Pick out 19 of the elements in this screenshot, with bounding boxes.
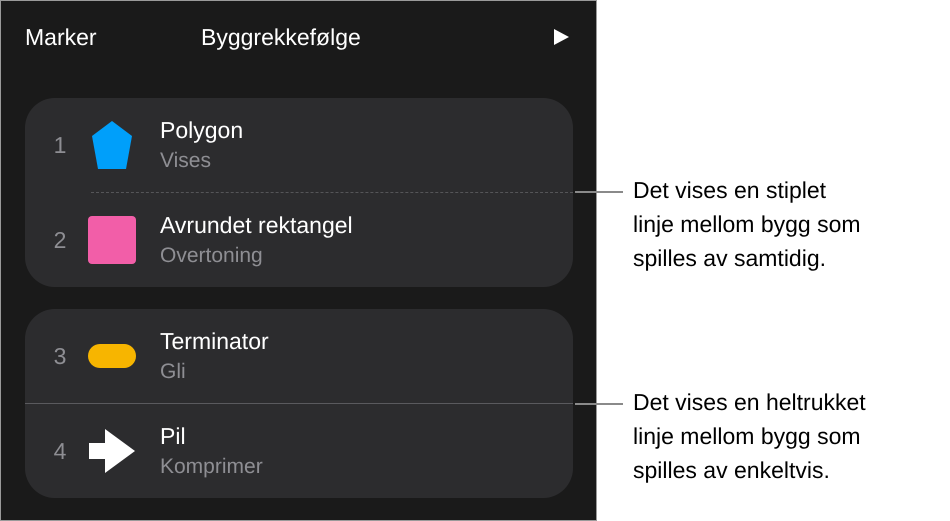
build-effect: Komprimer xyxy=(160,455,263,479)
build-number: 4 xyxy=(52,436,68,466)
build-number: 1 xyxy=(52,130,68,160)
callout-text: Det vises en heltrukket linje mellom bygg som spilles av enkeltvis. xyxy=(633,388,866,485)
build-effect: Vises xyxy=(160,149,212,173)
build-effect: Overtoning xyxy=(160,244,264,268)
build-name: Polygon xyxy=(160,117,244,143)
build-name: Terminator xyxy=(160,328,269,354)
callout-text: Det vises en stiplet linje mellom bygg som spilles av samtidig. xyxy=(633,176,861,273)
build-number: 3 xyxy=(52,342,68,371)
build-name: Avrundet rektangel xyxy=(160,212,353,238)
leader-line xyxy=(575,191,623,193)
build-number: 2 xyxy=(52,226,68,255)
select-button[interactable]: Marker xyxy=(25,20,201,54)
play-icon[interactable] xyxy=(552,28,570,46)
leader-line xyxy=(575,403,623,405)
build-effect: Gli xyxy=(160,360,187,384)
panel-title: Byggrekkefølge xyxy=(201,22,362,52)
build-name: Pil xyxy=(160,423,187,449)
